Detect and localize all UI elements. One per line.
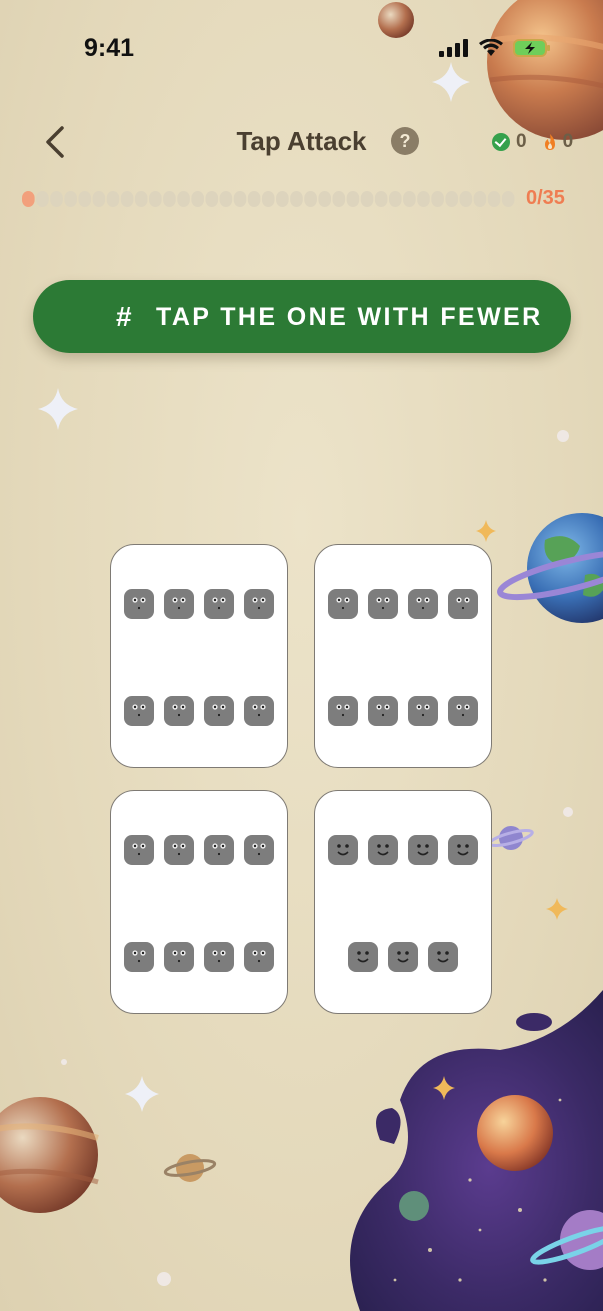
progress-dot — [261, 191, 275, 207]
face-icon — [244, 696, 274, 726]
choice-card-3[interactable] — [110, 790, 288, 1014]
face-icon — [428, 942, 458, 972]
help-button[interactable]: ? — [391, 127, 419, 155]
progress-dot — [276, 191, 289, 207]
choice-card-1[interactable] — [110, 544, 288, 768]
instruction-text: TAP THE ONE WITH FEWER — [156, 303, 543, 331]
choice-card-4[interactable] — [314, 790, 492, 1014]
progress-dot — [233, 191, 247, 207]
progress-dot — [332, 191, 346, 207]
progress-dot — [163, 191, 176, 207]
face-icon — [368, 589, 398, 619]
progress-dot — [106, 191, 120, 207]
progress-dot — [374, 191, 388, 207]
progress-dot — [346, 191, 360, 207]
face-icon — [328, 589, 358, 619]
face-icon — [204, 696, 234, 726]
score-stats: 0 0 — [492, 131, 573, 153]
face-icon — [204, 835, 234, 865]
progress-dot — [501, 191, 515, 207]
progress-dot — [487, 191, 501, 207]
face-icon — [328, 835, 358, 865]
face-icon — [408, 696, 438, 726]
face-icon — [164, 589, 194, 619]
progress-dot — [459, 191, 473, 207]
progress-dot — [205, 191, 219, 207]
streak-count: 0 — [562, 131, 574, 152]
face-icon — [388, 942, 418, 972]
face-icon — [164, 942, 194, 972]
signal-icon — [439, 39, 468, 57]
wifi-icon — [479, 39, 503, 56]
face-icon — [244, 835, 274, 865]
face-icon — [124, 589, 154, 619]
face-icon — [204, 589, 234, 619]
check-circle-icon — [492, 133, 510, 151]
chevron-left-icon — [46, 126, 64, 158]
battery-icon — [513, 39, 550, 57]
face-icon — [124, 835, 154, 865]
progress-dot — [64, 191, 77, 207]
progress-dot — [403, 191, 416, 207]
face-icon — [328, 696, 358, 726]
face-icon — [348, 942, 378, 972]
progress-dot — [92, 191, 106, 207]
progress-dot — [177, 191, 190, 207]
progress-dot — [120, 191, 134, 207]
face-icon — [244, 942, 274, 972]
face-icon — [244, 589, 274, 619]
face-icon — [164, 835, 194, 865]
status-time: 9:41 — [84, 34, 135, 62]
face-icon — [448, 835, 478, 865]
face-icon — [408, 589, 438, 619]
back-button[interactable] — [38, 122, 74, 162]
face-icon — [368, 696, 398, 726]
progress-dot — [219, 191, 233, 207]
progress-dot — [388, 191, 402, 207]
status-icons — [439, 38, 551, 58]
face-icon — [124, 942, 154, 972]
face-icon — [204, 942, 234, 972]
progress-dot — [304, 191, 317, 207]
progress-dot — [50, 191, 63, 207]
face-icon — [408, 835, 438, 865]
progress-dot — [290, 191, 303, 207]
correct-count: 0 — [516, 131, 527, 152]
progress-dot — [149, 191, 162, 207]
progress-dot — [247, 191, 261, 207]
face-icon — [164, 696, 194, 726]
progress-bar — [22, 191, 515, 207]
hash-icon: # — [116, 301, 132, 332]
progress-dot — [445, 191, 459, 207]
progress-dot — [191, 191, 204, 207]
face-icon — [448, 589, 478, 619]
progress-label: 0/35 — [526, 187, 565, 209]
progress-dot — [318, 191, 332, 207]
progress-dot-active — [22, 191, 35, 207]
face-icon — [124, 696, 154, 726]
progress-dot — [417, 191, 430, 207]
choice-card-2[interactable] — [314, 544, 492, 768]
progress-dot — [360, 191, 374, 207]
face-icon — [368, 835, 398, 865]
progress-dot — [78, 191, 92, 207]
progress-dot — [134, 191, 148, 207]
progress-dot — [36, 191, 49, 207]
face-icon — [448, 696, 478, 726]
progress-dot — [473, 191, 487, 207]
progress-dot — [431, 191, 444, 207]
flame-icon — [544, 134, 555, 150]
